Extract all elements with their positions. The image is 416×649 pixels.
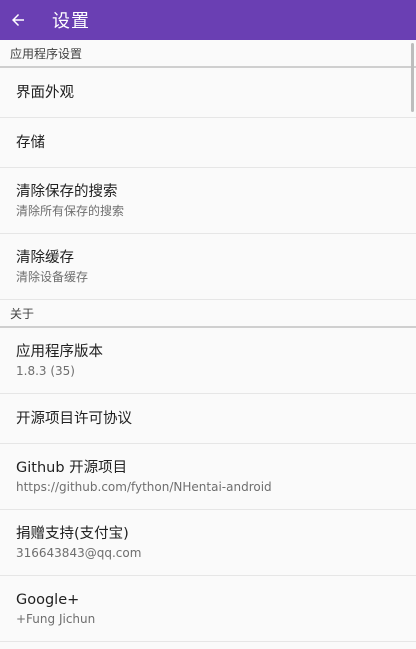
pref-appearance[interactable]: 界面外观 (0, 68, 416, 118)
pref-title: 清除缓存 (16, 249, 74, 266)
pref-summary: 清除设备缓存 (16, 269, 89, 284)
pref-title: 存储 (16, 134, 45, 151)
pref-summary: 1.8.3 (35) (16, 363, 75, 378)
pref-storage[interactable]: 存储 (0, 118, 416, 168)
pref-github[interactable]: Github 开源项目 https://github.com/fython/NH… (0, 444, 416, 510)
pref-clear-saved-search[interactable]: 清除保存的搜索 清除所有保存的搜索 (0, 168, 416, 234)
pref-google-plus[interactable]: Google+ +Fung Jichun (0, 576, 416, 642)
scrollbar[interactable] (411, 43, 414, 112)
page-title: 设置 (52, 11, 90, 32)
pref-clear-cache[interactable]: 清除缓存 清除设备缓存 (0, 234, 416, 300)
toolbar: 设置 (0, 0, 416, 40)
category-app-settings: 应用程序设置 (0, 40, 416, 68)
pref-summary: 清除所有保存的搜索 (16, 203, 125, 218)
settings-list[interactable]: 应用程序设置 界面外观 存储 清除保存的搜索 清除所有保存的搜索 清除缓存 清除… (0, 40, 416, 649)
pref-summary: 316643843@qq.com (16, 545, 142, 560)
back-button[interactable] (0, 0, 36, 40)
pref-title: Github 开源项目 (16, 459, 128, 476)
pref-open-source-licenses[interactable]: 开源项目许可协议 (0, 394, 416, 444)
pref-title: 开源项目许可协议 (16, 410, 132, 427)
pref-title: 捐赠支持(支付宝) (16, 525, 129, 542)
pref-summary: +Fung Jichun (16, 611, 96, 626)
category-about: 关于 (0, 300, 416, 328)
pref-summary: https://github.com/fython/NHentai-androi… (16, 479, 272, 494)
pref-title: 清除保存的搜索 (16, 183, 118, 200)
pref-app-version[interactable]: 应用程序版本 1.8.3 (35) (0, 328, 416, 394)
pref-title: Google+ (16, 591, 80, 608)
pref-title: 界面外观 (16, 84, 74, 101)
pref-title: 应用程序版本 (16, 343, 103, 360)
pref-donate[interactable]: 捐赠支持(支付宝) 316643843@qq.com (0, 510, 416, 576)
arrow-back-icon (12, 14, 24, 26)
